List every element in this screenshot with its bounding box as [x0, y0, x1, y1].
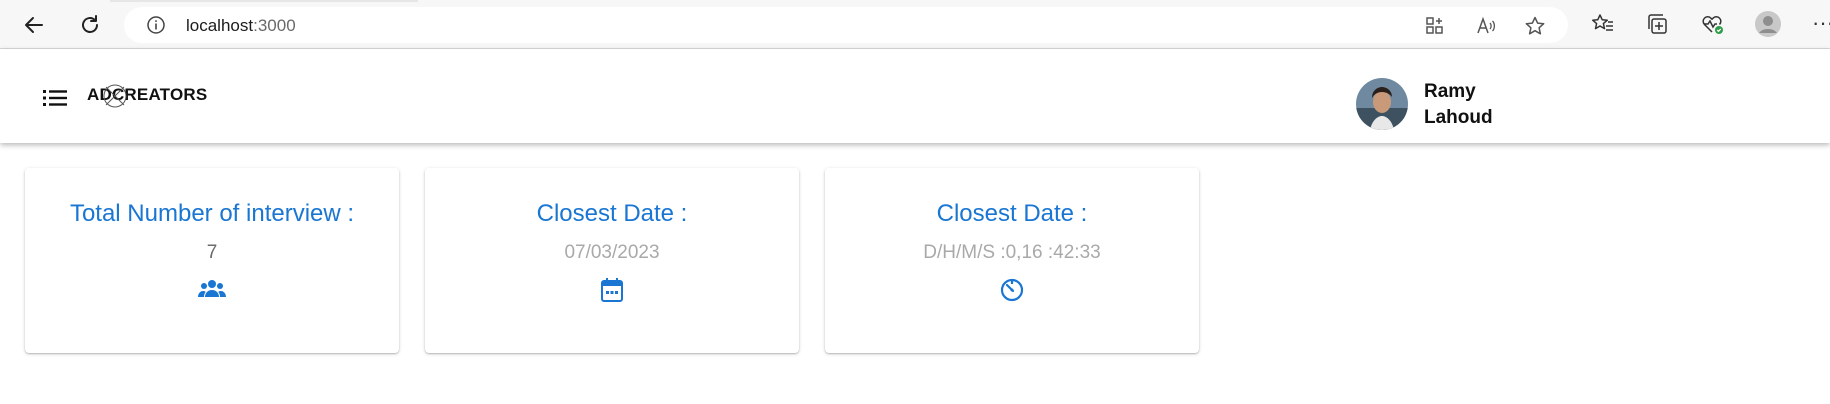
address-bar[interactable]: localhost:3000: [124, 7, 1568, 43]
url-text[interactable]: localhost:3000: [186, 16, 296, 36]
tab-strip: [110, 0, 418, 2]
back-button[interactable]: [18, 9, 50, 41]
card-value: 7: [206, 242, 218, 263]
interview-count-card: Total Number of interview : 7: [25, 168, 399, 353]
group-icon: [198, 280, 226, 297]
refresh-button[interactable]: [74, 9, 106, 41]
collections-icon[interactable]: [1645, 12, 1669, 36]
browser-toolbar: localhost:3000 ···: [0, 0, 1830, 49]
app-available-icon[interactable]: [1424, 15, 1446, 37]
calendar-icon: [601, 278, 623, 302]
profile-icon[interactable]: [1754, 10, 1782, 38]
read-aloud-icon[interactable]: [1475, 15, 1497, 37]
card-title: Closest Date :: [536, 200, 688, 227]
card-title: Closest Date :: [936, 200, 1088, 227]
app-header: ADCREATORS Ramy Lahoud: [0, 49, 1830, 143]
user-last-name: Lahoud: [1424, 107, 1493, 128]
closest-date-card: Closest Date : 07/03/2023: [425, 168, 799, 353]
avatar-photo-icon: [1356, 78, 1408, 130]
url-port: :3000: [253, 16, 296, 35]
countdown-card: Closest Date : D/H/M/S :0,16 :42:33: [825, 168, 1199, 353]
url-host: localhost: [186, 16, 254, 35]
favorite-star-icon[interactable]: [1524, 15, 1546, 37]
card-value: D/H/M/S :0,16 :42:33: [923, 242, 1101, 263]
card-value: 07/03/2023: [564, 242, 660, 263]
info-icon[interactable]: [146, 15, 166, 35]
user-name[interactable]: Ramy Lahoud: [1424, 79, 1493, 131]
favorites-icon[interactable]: [1591, 12, 1615, 36]
card-title: Total Number of interview :: [69, 200, 355, 227]
user-first-name: Ramy: [1424, 81, 1476, 102]
browser-essentials-icon[interactable]: [1700, 12, 1724, 36]
avatar[interactable]: [1356, 78, 1408, 130]
more-icon[interactable]: ···: [1812, 10, 1830, 36]
logo-mark-icon: [103, 84, 127, 108]
back-icon: [25, 17, 43, 33]
menu-icon[interactable]: [43, 89, 67, 107]
timer-icon: [1000, 278, 1024, 302]
refresh-icon: [82, 15, 98, 33]
